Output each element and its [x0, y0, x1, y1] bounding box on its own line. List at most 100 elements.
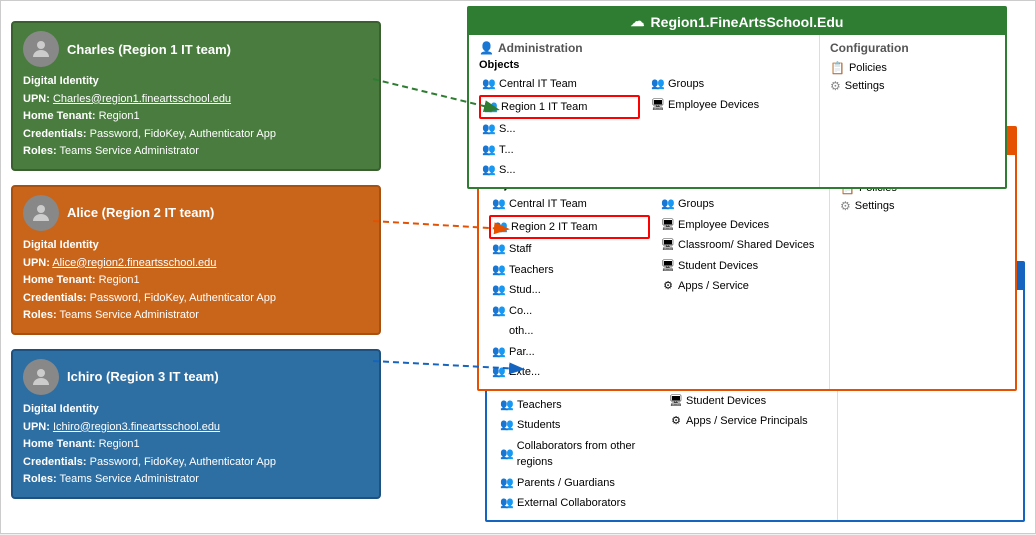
home-tenant-ichiro: Home Tenant: Region1	[23, 436, 369, 454]
obj-oth-region2: oth...	[489, 321, 650, 342]
tenant-config-region2: Configuration 📋Policies ⚙Settings	[830, 155, 1015, 389]
config-policies-region1: 📋Policies	[830, 59, 995, 77]
home-tenant-alice: Home Tenant: Region1	[23, 272, 369, 290]
admin-title-region1: 👤 Administration	[479, 41, 809, 55]
obj-co-region2: 👥Co...	[489, 301, 650, 322]
group-icon: 👥	[482, 143, 496, 157]
group-icon: 👥	[661, 197, 675, 211]
obj-list-col2-region2: 👥Groups 🖥Employee Devices 🖥Classroom/ Sh…	[658, 194, 819, 383]
upn-charles: UPN: Charles@region1.fineartsschool.edu	[23, 91, 369, 109]
objects-label-region1: Objects	[479, 59, 809, 71]
group-icon: 👥	[492, 365, 506, 379]
device-icon: 🖥	[661, 259, 675, 273]
home-tenant-charles: Home Tenant: Region1	[23, 108, 369, 126]
obj-central-it-region2: 👥Central IT Team	[489, 194, 650, 215]
obj-central-it-region1: 👥Central IT Team	[479, 74, 640, 95]
obj-student-devices-region3: 🖥Student Devices	[666, 391, 827, 412]
group-icon: 👥	[500, 447, 514, 461]
person-name-alice: Alice (Region 2 IT team)	[67, 205, 214, 220]
person-header-ichiro: Ichiro (Region 3 IT team)	[23, 359, 369, 395]
obj-apps-region2: ⚙Apps / Service	[658, 276, 819, 297]
group-icon	[492, 324, 506, 338]
digital-identity-ichiro: Digital Identity	[23, 401, 369, 419]
device-icon: 🖥	[661, 238, 675, 252]
obj-students-region2: 👥Stud...	[489, 280, 650, 301]
config-settings-region1: ⚙Settings	[830, 77, 995, 95]
group-icon: 👥	[500, 398, 514, 412]
config-settings-region2: ⚙Settings	[840, 197, 1005, 215]
group-icon: 👥	[484, 100, 498, 114]
obj-region1-team: 👥Region 1 IT Team	[479, 95, 640, 120]
obj-student-devices-region2: 🖥Student Devices	[658, 256, 819, 277]
group-icon: 👥	[492, 283, 506, 297]
group-icon: 👥	[482, 77, 496, 91]
obj-s2-region1: 👥S...	[479, 160, 640, 181]
tenant-admin-region1: 👤 Administration Objects 👥Central IT Tea…	[469, 35, 820, 187]
obj-list-col1-region1: 👥Central IT Team 👥Region 1 IT Team 👥S...…	[479, 74, 640, 181]
tenant-body-region2: 👤 Administration Objects 👥Central IT Tea…	[479, 155, 1015, 389]
obj-employee-devices-region2: 🖥Employee Devices	[658, 215, 819, 236]
upn-alice: UPN: Alice@region2.fineartsschool.edu	[23, 255, 369, 273]
obj-classroom-devices-region2: 🖥Classroom/ Shared Devices	[658, 235, 819, 256]
obj-staff-region2: 👥Staff	[489, 239, 650, 260]
tenant-admin-region2: 👤 Administration Objects 👥Central IT Tea…	[479, 155, 830, 389]
group-icon: 👥	[500, 418, 514, 432]
group-icon: 👥	[492, 242, 506, 256]
person-header-alice: Alice (Region 2 IT team)	[23, 195, 369, 231]
obj-employee-devices-region1: 🖥Employee Devices	[648, 95, 809, 116]
group-icon: 👥	[492, 304, 506, 318]
obj-list-col1-region2: 👥Central IT Team 👥Region 2 IT Team 👥Staf…	[489, 194, 650, 383]
tenant-panel-region1: ☁ Region1.FineArtsSchool.Edu 👤 Administr…	[467, 6, 1007, 189]
roles-charles: Roles: Teams Service Administrator	[23, 143, 369, 161]
obj-list-col2-region1: 👥Groups 🖥Employee Devices	[648, 74, 809, 181]
credentials-alice: Credentials: Password, FidoKey, Authenti…	[23, 290, 369, 308]
credentials-ichiro: Credentials: Password, FidoKey, Authenti…	[23, 454, 369, 472]
obj-region2-team: 👥Region 2 IT Team	[489, 215, 650, 240]
tenant-header-region1: ☁ Region1.FineArtsSchool.Edu	[469, 8, 1005, 35]
person-card-charles: Charles (Region 1 IT team) Digital Ident…	[11, 21, 381, 171]
avatar-charles	[23, 31, 59, 67]
obj-students-region3: 👥Students	[497, 415, 658, 436]
obj-teachers-region2: 👥Teachers	[489, 260, 650, 281]
obj-apps-region3: ⚙Apps / Service Principals	[666, 411, 827, 432]
roles-ichiro: Roles: Teams Service Administrator	[23, 471, 369, 489]
obj-exte-region2: 👥Exte...	[489, 362, 650, 383]
person-name-charles: Charles (Region 1 IT team)	[67, 42, 231, 57]
obj-teachers-region3: 👥Teachers	[497, 395, 658, 416]
device-icon: 🖥	[651, 98, 665, 112]
upn-ichiro: UPN: Ichiro@region3.fineartsschool.edu	[23, 419, 369, 437]
obj-groups-region2: 👥Groups	[658, 194, 819, 215]
objects-region2: 👥Central IT Team 👥Region 2 IT Team 👥Staf…	[489, 194, 819, 383]
obj-collabs-region3: 👥Collaborators from other regions	[497, 436, 658, 473]
group-icon: 👥	[492, 263, 506, 277]
tenant-config-region1: Configuration 📋Policies ⚙Settings	[820, 35, 1005, 187]
tenant-body-region1: 👤 Administration Objects 👥Central IT Tea…	[469, 35, 1005, 187]
obj-parents-region3: 👥Parents / Guardians	[497, 473, 658, 494]
credentials-charles: Credentials: Password, FidoKey, Authenti…	[23, 126, 369, 144]
device-icon: 🖥	[669, 394, 683, 408]
person-details-charles: Digital Identity UPN: Charles@region1.fi…	[23, 73, 369, 161]
objects-region1: 👥Central IT Team 👥Region 1 IT Team 👥S...…	[479, 74, 809, 181]
digital-identity-alice: Digital Identity	[23, 237, 369, 255]
group-icon: 👥	[482, 122, 496, 136]
group-icon: 👥	[494, 220, 508, 234]
tenant-name-region1: Region1.FineArtsSchool.Edu	[651, 14, 844, 30]
admin-icon-region1: 👤	[479, 41, 494, 55]
person-details-alice: Digital Identity UPN: Alice@region2.fine…	[23, 237, 369, 325]
policy-icon: 📋	[830, 61, 845, 75]
person-details-ichiro: Digital Identity UPN: Ichiro@region3.fin…	[23, 401, 369, 489]
settings-icon: ⚙	[830, 79, 841, 93]
avatar-ichiro	[23, 359, 59, 395]
person-card-alice: Alice (Region 2 IT team) Digital Identit…	[11, 185, 381, 335]
app-icon: ⚙	[669, 414, 683, 428]
main-container: Charles (Region 1 IT team) Digital Ident…	[0, 0, 1036, 534]
cloud-icon-region1: ☁	[631, 13, 645, 30]
group-icon: 👥	[500, 476, 514, 490]
person-name-ichiro: Ichiro (Region 3 IT team)	[67, 369, 219, 384]
group-icon: 👥	[500, 496, 514, 510]
group-icon: 👥	[651, 77, 665, 91]
group-icon: 👥	[492, 345, 506, 359]
config-title-region1: Configuration	[830, 41, 995, 55]
digital-identity-charles: Digital Identity	[23, 73, 369, 91]
device-icon: 🖥	[661, 218, 675, 232]
